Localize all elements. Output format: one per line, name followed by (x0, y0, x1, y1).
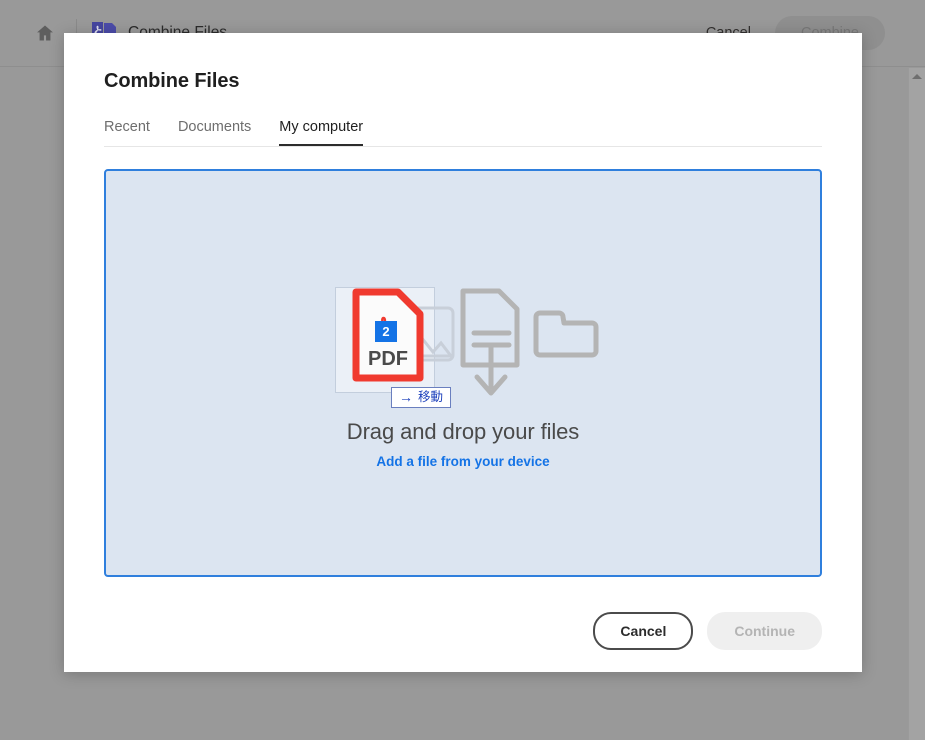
dialog-title: Combine Files (104, 70, 822, 93)
home-icon[interactable] (28, 16, 62, 50)
dialog-tabs: Recent Documents My computer (104, 114, 822, 147)
file-dropzone[interactable]: PDF 2 → 移動 (104, 169, 822, 577)
drag-move-label: 移動 (418, 391, 443, 404)
arrow-right-icon: → (399, 390, 413, 404)
pdf-badge-count: 2 (375, 321, 397, 342)
drag-move-tooltip: → 移動 (391, 387, 451, 408)
scroll-up-arrow-icon[interactable] (912, 74, 922, 79)
dialog-content: Combine Files Recent Documents My comput… (64, 33, 862, 672)
tab-my-computer[interactable]: My computer (279, 119, 363, 146)
dialog-cancel-button[interactable]: Cancel (593, 612, 693, 650)
dialog-continue-button[interactable]: Continue (707, 612, 822, 650)
tab-documents[interactable]: Documents (178, 119, 251, 146)
dropzone-heading: Drag and drop your files (347, 419, 579, 445)
tab-recent[interactable]: Recent (104, 119, 150, 146)
combine-files-dialog: Combine Files Recent Documents My comput… (64, 33, 862, 672)
svg-text:PDF: PDF (368, 348, 408, 370)
dialog-footer: Cancel Continue (593, 612, 822, 650)
document-download-icon (457, 285, 527, 405)
app-scrollbar[interactable] (908, 68, 925, 740)
add-file-link[interactable]: Add a file from your device (376, 454, 549, 469)
dropzone-illustration: PDF 2 → 移動 (329, 277, 609, 409)
folder-icon (531, 299, 601, 361)
